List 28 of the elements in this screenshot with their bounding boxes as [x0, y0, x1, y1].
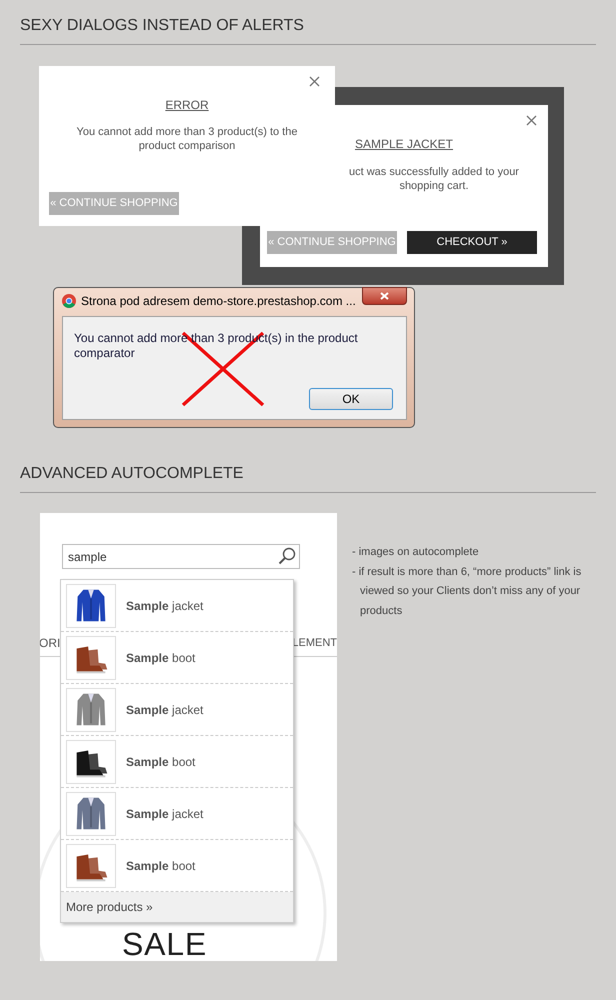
- result-item[interactable]: Sample jacket: [61, 580, 293, 632]
- more-products-link[interactable]: More products »: [61, 892, 293, 922]
- sale-text: SALE: [122, 927, 208, 961]
- feature-note: - images on autocomplete: [352, 545, 480, 560]
- dialog-title: ERROR: [164, 97, 210, 114]
- close-button[interactable]: [362, 287, 407, 305]
- dialog-button[interactable]: CHECKOUT »: [407, 231, 537, 254]
- dialog-message: shopping cart.: [399, 179, 469, 193]
- dialog-message: You cannot add more than 3 product(s) to the product comparison: [76, 125, 298, 153]
- browser-logo-icon: [62, 294, 76, 308]
- result-item[interactable]: Sample jacket: [61, 684, 293, 736]
- result-item[interactable]: Sample jacket: [61, 788, 293, 840]
- dialog-title: SAMPLE JACKET: [354, 136, 454, 153]
- section-heading: ADVANCED AUTOCOMPLETE: [20, 464, 244, 484]
- menu-item[interactable]: LEMENT: [292, 635, 337, 652]
- result-item[interactable]: Sample boot: [61, 632, 293, 684]
- close-icon: [380, 292, 389, 300]
- search-icon[interactable]: [278, 547, 296, 565]
- feature-note: - if result is more than 6, “more products” link is viewed so your Clients don’t miss any of your products: [352, 564, 582, 618]
- close-icon[interactable]: [526, 115, 537, 126]
- search-field[interactable]: sample: [62, 544, 300, 569]
- window-title: Strona pod adresem demo-store.prestashop.com ...: [81, 293, 356, 310]
- result-item[interactable]: Sample boot: [61, 840, 293, 892]
- ok-button[interactable]: OK: [309, 388, 393, 410]
- close-icon[interactable]: [309, 76, 320, 87]
- result-item[interactable]: Sample boot: [61, 736, 293, 788]
- dialog-message: uct was successfully added to your: [349, 165, 519, 179]
- section-heading: SEXY DIALOGS INSTEAD OF ALERTS: [20, 16, 305, 36]
